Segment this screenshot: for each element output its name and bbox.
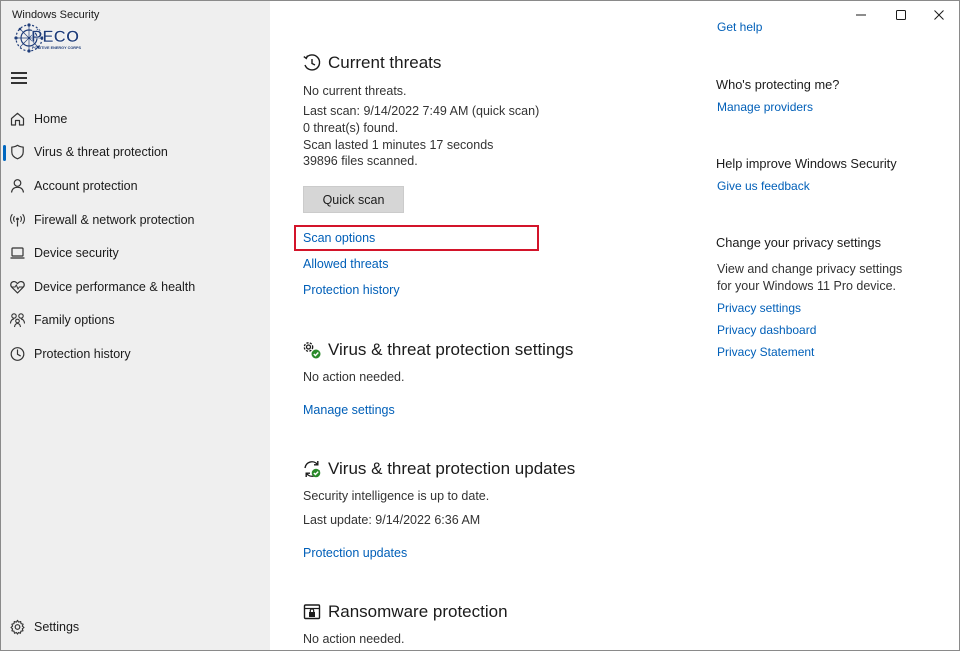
menu-button[interactable] [11,72,27,86]
sidebar: Windows Security PECO POSITIVE ENERGY CO… [0,0,270,651]
svg-text:POSITIVE ENERGY CORPS: POSITIVE ENERGY CORPS [32,46,82,50]
section-title: Current threats [328,53,442,72]
sidebar-item-family-options[interactable]: Family options [0,304,270,338]
ransomware-heading: Ransomware protection [302,602,508,622]
privacy-text-line2: for your Windows 11 Pro device. [717,279,897,293]
sidebar-item-label: Device security [34,246,119,261]
vtp-updates-heading: Virus & threat protection updates [302,459,575,479]
sidebar-item-home[interactable]: Home [0,102,270,136]
close-icon [934,10,944,20]
protection-updates-link[interactable]: Protection updates [303,546,407,560]
sidebar-item-virus-threat-protection[interactable]: Virus & threat protection [0,136,270,170]
clock-refresh-icon [303,54,321,71]
privacy-statement-link[interactable]: Privacy Statement [717,345,814,359]
sidebar-item-label: Protection history [34,346,131,361]
minimize-button[interactable] [841,2,881,28]
last-update-text: Last update: 9/14/2022 6:36 AM [303,513,481,527]
heart-icon [10,280,25,294]
sidebar-item-label: Settings [34,620,80,634]
sidebar-item-device-performance[interactable]: Device performance & health [0,270,270,304]
sidebar-item-firewall[interactable]: Firewall & network protection [0,203,270,237]
gear-icon [10,619,25,635]
family-icon [9,313,26,328]
peco-logo: PECO POSITIVE ENERGY CORPS [14,23,82,53]
scan-duration-text: Scan lasted 1 minutes 17 seconds [303,138,494,152]
privacy-dashboard-link[interactable]: Privacy dashboard [717,323,816,337]
scan-options-link[interactable]: Scan options [303,231,375,245]
main-content: Current threats No current threats. Last… [270,0,690,651]
shield-icon [11,145,24,160]
settings-gears-icon [303,342,321,359]
sidebar-item-settings[interactable]: Settings [0,610,270,644]
allowed-threats-link[interactable]: Allowed threats [303,257,388,271]
sidebar-item-device-security[interactable]: Device security [0,236,270,270]
sidebar-item-label: Device performance & health [34,279,196,294]
person-icon [10,179,25,193]
get-help-link[interactable]: Get help [717,20,762,34]
section-title: Virus & threat protection updates [328,459,576,478]
sidebar-item-protection-history[interactable]: Protection history [0,337,270,371]
help-improve-heading: Help improve Windows Security [716,156,897,171]
quick-scan-button[interactable]: Quick scan [303,186,404,213]
manage-providers-link[interactable]: Manage providers [717,100,813,114]
sidebar-item-label: Account protection [34,178,138,193]
wireless-icon [10,213,25,227]
laptop-icon [10,247,25,259]
give-feedback-link[interactable]: Give us feedback [717,179,810,193]
sidebar-item-account-protection[interactable]: Account protection [0,169,270,203]
vtp-settings-status: No action needed. [303,370,405,384]
section-title: Virus & threat protection settings [328,340,574,359]
vtp-settings-heading: Virus & threat protection settings [302,340,573,360]
maximize-button[interactable] [881,2,921,28]
svg-text:PECO: PECO [31,27,79,46]
sidebar-nav: Home Virus & threat protection Account p… [0,102,270,371]
who-protecting-heading: Who's protecting me? [716,77,840,92]
update-icon [304,461,321,478]
threat-status: No current threats. [303,84,407,98]
sidebar-item-label: Home [34,111,68,126]
last-scan-text: Last scan: 9/14/2022 7:49 AM (quick scan… [303,104,540,118]
home-icon [10,112,25,126]
sidebar-item-label: Family options [34,313,115,328]
protection-history-link[interactable]: Protection history [303,283,400,297]
privacy-heading: Change your privacy settings [716,235,882,250]
sidebar-item-label: Virus & threat protection [34,145,168,160]
privacy-text-line1: View and change privacy settings [717,262,903,276]
close-button[interactable] [919,2,959,28]
ransomware-status: No action needed. [303,632,405,646]
vtp-updates-status: Security intelligence is up to date. [303,489,490,503]
right-panel: Get help Who's protecting me? Manage pro… [690,0,960,651]
sidebar-item-label: Firewall & network protection [34,212,195,227]
maximize-icon [896,10,906,20]
manage-settings-link[interactable]: Manage settings [303,403,395,417]
section-title: Ransomware protection [328,602,508,621]
privacy-settings-link[interactable]: Privacy settings [717,301,801,315]
minimize-icon [856,14,866,16]
current-threats-heading: Current threats [302,53,441,73]
files-scanned-text: 39896 files scanned. [303,154,418,168]
history-icon [10,347,25,361]
ransomware-icon [303,604,321,620]
threats-found-text: 0 threat(s) found. [303,121,399,135]
